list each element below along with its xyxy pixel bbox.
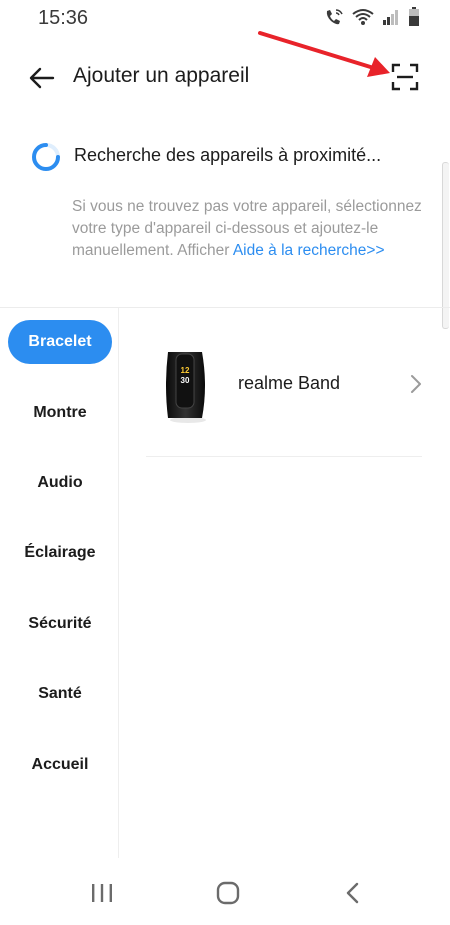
band-screen-minute: 30 (181, 376, 190, 385)
band-screen-hour: 12 (181, 366, 190, 375)
arrow-left-icon (29, 67, 55, 89)
chevron-right-icon (411, 375, 421, 393)
wifi-icon (352, 9, 374, 25)
category-separator (118, 308, 119, 858)
back-button[interactable] (26, 62, 58, 94)
scrollbar-handle[interactable] (442, 162, 449, 329)
category-securite[interactable]: Sécurité (8, 602, 112, 646)
category-montre[interactable]: Montre (8, 391, 112, 435)
app-bar: Ajouter un appareil (0, 52, 450, 104)
status-time: 15:36 (38, 7, 89, 29)
help-text: Si vous ne trouvez pas votre appareil, s… (72, 196, 427, 262)
search-status-text: Recherche des appareils à proximité... (74, 145, 382, 165)
category-sante[interactable]: Santé (8, 672, 112, 716)
category-audio[interactable]: Audio (8, 461, 112, 505)
battery-icon (409, 7, 419, 26)
scan-button[interactable] (390, 62, 420, 92)
status-icons (324, 7, 420, 27)
scan-icon (391, 63, 419, 91)
page-title: Ajouter un appareil (73, 64, 250, 87)
wifi-call-icon (326, 9, 343, 25)
device-item[interactable]: 12 30 realme Band (146, 330, 426, 440)
category-bracelet[interactable]: Bracelet (8, 320, 112, 364)
search-status: Recherche des appareils à proximité... (30, 139, 430, 179)
back-nav-icon[interactable] (342, 880, 364, 906)
status-bar: 15:36 (0, 0, 450, 36)
device-name: realme Band (238, 373, 341, 393)
recent-apps-icon[interactable] (90, 881, 114, 905)
category-eclairage[interactable]: Éclairage (8, 531, 112, 575)
loading-spinner-icon (32, 143, 60, 171)
signal-icon (383, 10, 398, 25)
device-separator (146, 456, 422, 457)
category-accueil[interactable]: Accueil (8, 743, 112, 787)
fitness-band-image: 12 30 (166, 352, 206, 423)
home-icon[interactable] (215, 880, 241, 906)
help-link[interactable]: Aide à la recherche>> (233, 242, 385, 259)
category-list: Bracelet Montre Audio Éclairage Sécurité… (0, 308, 120, 858)
system-nav-bar (0, 860, 450, 925)
